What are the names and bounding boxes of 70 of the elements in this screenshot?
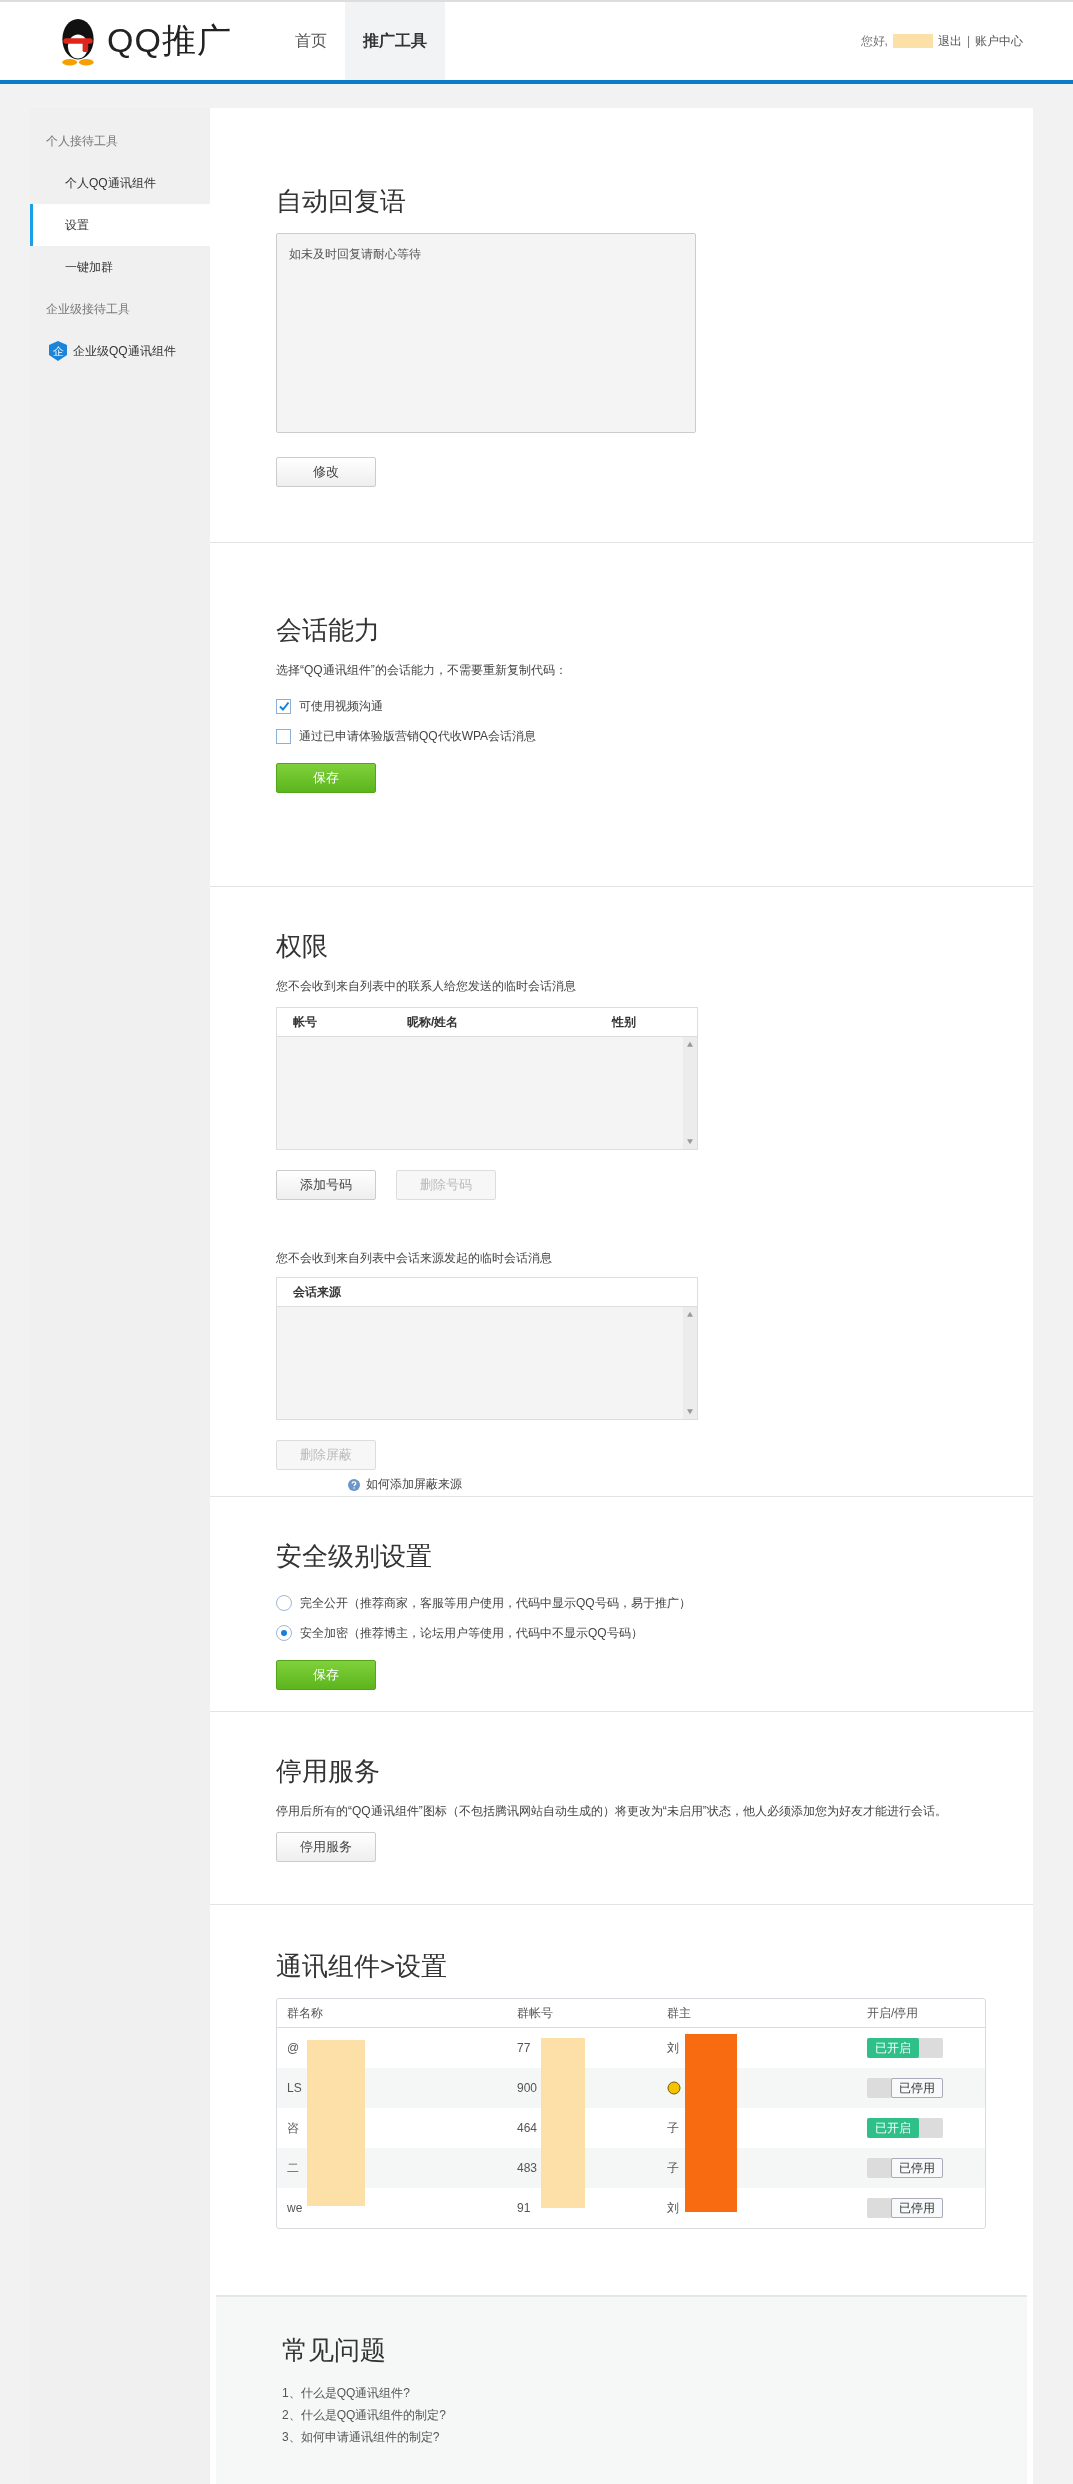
scrollbar[interactable]: [683, 1037, 697, 1149]
table-cell-text: 91: [517, 2201, 532, 2215]
checkbox[interactable]: [276, 698, 291, 714]
logo-text[interactable]: QQ推广: [107, 18, 232, 64]
redaction-block: [892, 34, 933, 48]
help-icon: [348, 1478, 360, 1491]
table-cell: 子: [667, 2119, 679, 2137]
radio-label: 完全公开（推荐商家，客服等用户使用，代码中显示QQ号码，易于推广）: [300, 1594, 691, 1612]
section-title: 停用服务: [276, 1755, 380, 1788]
faq-link[interactable]: 3、如何申请通讯组件的制定?: [282, 2426, 440, 2448]
separator-text: |: [966, 34, 970, 48]
checkbox[interactable]: [276, 728, 291, 744]
edit-button[interactable]: 修改: [276, 457, 376, 487]
section-description: 您不会收到来自列表中的联系人给您发送的临时会话消息: [276, 978, 576, 995]
table-cell-text: we: [287, 2201, 304, 2215]
section-description: 停用后所有的“QQ通讯组件”图标（不包括腾讯网站自动生成的）将更改为“未启用”状态，他人必须添加您为好友才能进行会话。: [276, 1803, 947, 1820]
sidebar-group-label: 企业级接待工具: [45, 301, 131, 318]
section-title: 通讯组件>设置: [276, 1950, 448, 1983]
column-header: 性别: [612, 1013, 636, 1031]
table-cell-text: 464: [517, 2121, 539, 2135]
faq-link[interactable]: 2、什么是QQ通讯组件的制定?: [282, 2404, 446, 2426]
add-number-button[interactable]: 添加号码: [276, 1170, 376, 1200]
table-cell: 刘: [667, 2199, 679, 2217]
sidebar-item[interactable]: 个人QQ通讯组件: [30, 162, 210, 204]
shield-icon: 企: [49, 341, 67, 361]
table-cell-text: 77: [517, 2041, 532, 2055]
section-title: 常见问题: [282, 2334, 386, 2367]
radio-button[interactable]: [276, 1595, 292, 1611]
section-title: 安全级别设置: [276, 1540, 432, 1573]
sidebar-item[interactable]: 设置: [30, 204, 210, 246]
reply-text-field[interactable]: 如未及时回复请耐心等待: [276, 233, 696, 433]
section-description: 您不会收到来自列表中会话来源发起的临时会话消息: [276, 1250, 552, 1267]
table-cell: 子: [667, 2159, 679, 2177]
logout-link[interactable]: 退出: [937, 32, 962, 50]
table-cell-text: LS: [287, 2081, 303, 2095]
nav-tab[interactable]: 首页: [276, 2, 345, 80]
toggle-switch[interactable]: 已停用: [867, 2158, 943, 2178]
sidebar-item[interactable]: 一键加群: [30, 246, 210, 288]
column-header: 会话来源: [293, 1283, 341, 1301]
table-cell: 刘: [667, 2039, 679, 2057]
table-cell-text: 二: [287, 2159, 300, 2177]
table-cell-text: 483: [517, 2161, 539, 2175]
section-title: 会话能力: [276, 614, 380, 647]
section-title: 自动回复语: [276, 185, 406, 218]
column-header: 群名称: [287, 2004, 324, 2022]
table-cell-text: 900: [517, 2081, 539, 2095]
scrollbar[interactable]: [683, 1307, 697, 1419]
sidebar-item[interactable]: 企 企业级QQ通讯组件: [30, 330, 210, 372]
checkbox-label: 可使用视频沟通: [299, 697, 383, 715]
stop-service-button[interactable]: 停用服务: [276, 1832, 376, 1862]
column-header: 帐号: [293, 1013, 317, 1031]
checkbox-label: 通过已申请体验版营销QQ代收WPA会话消息: [299, 727, 537, 745]
toggle-switch[interactable]: 已停用: [867, 2198, 943, 2218]
table-cell-text: 咨: [287, 2119, 300, 2137]
column-header: 昵称/姓名: [407, 1013, 459, 1031]
column-header: 群帐号: [517, 2004, 554, 2022]
radio-button[interactable]: [276, 1625, 292, 1641]
column-header: 群主: [667, 2004, 692, 2022]
sidebar-group-label: 个人接待工具: [45, 133, 119, 150]
section-title: 权限: [276, 930, 328, 963]
greeting-text: 您好,: [860, 32, 888, 50]
help-link[interactable]: 如何添加屏蔽来源: [366, 1476, 462, 1493]
radio-label: 安全加密（推荐博主，论坛用户等使用，代码中不显示QQ号码）: [300, 1624, 643, 1642]
account-link[interactable]: 账户中心: [975, 32, 1023, 50]
toggle-switch[interactable]: 已停用: [867, 2078, 943, 2098]
faq-link[interactable]: 1、什么是QQ通讯组件?: [282, 2382, 410, 2404]
section-description: 选择“QQ通讯组件”的会话能力，不需要重新复制代码：: [276, 662, 567, 679]
table-cell-text: @: [287, 2041, 301, 2055]
column-header: 开启/停用: [867, 2004, 920, 2022]
nav-tab[interactable]: 推广工具: [344, 2, 445, 80]
